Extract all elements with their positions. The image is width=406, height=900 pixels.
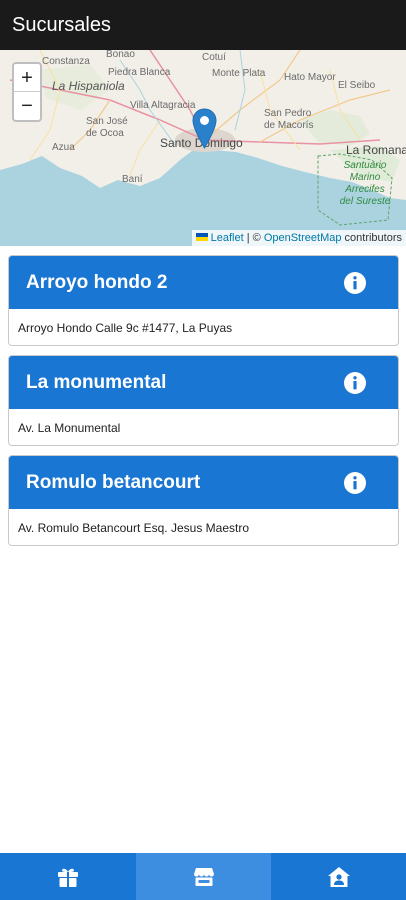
branch-address: Av. La Monumental bbox=[18, 421, 121, 435]
map-label: Baní bbox=[122, 174, 143, 185]
ukraine-flag-icon bbox=[195, 233, 208, 241]
map-label: Monte Plata bbox=[212, 68, 266, 79]
map-label: Hato Mayor bbox=[284, 72, 336, 83]
leaflet-link[interactable]: Leaflet bbox=[211, 232, 244, 244]
info-icon[interactable] bbox=[343, 371, 367, 395]
map-label: El Seibo bbox=[338, 80, 376, 91]
branch-list: Arroyo hondo 2 Arroyo Hondo Calle 9c #14… bbox=[8, 255, 399, 555]
branch-card-header: Arroyo hondo 2 bbox=[9, 256, 398, 309]
branch-card-header: Romulo betancourt bbox=[9, 456, 398, 509]
branch-card[interactable]: Romulo betancourt Av. Romulo Betancourt … bbox=[8, 455, 399, 546]
map-pin-icon[interactable] bbox=[192, 108, 217, 149]
info-icon[interactable] bbox=[343, 271, 367, 295]
store-icon bbox=[194, 868, 214, 886]
branch-address: Arroyo Hondo Calle 9c #1477, La Puyas bbox=[18, 321, 233, 335]
branch-name: Arroyo hondo 2 bbox=[26, 272, 168, 293]
branch-name: Romulo betancourt bbox=[26, 472, 201, 493]
map-label: Bonao bbox=[106, 50, 135, 60]
zoom-control: + − bbox=[12, 62, 42, 122]
map-label: La Hispaniola bbox=[52, 79, 125, 93]
map-label: Cotuí bbox=[202, 52, 226, 63]
map-label: Arrecifes bbox=[345, 184, 385, 195]
page-title: Sucursales bbox=[12, 14, 111, 36]
tab-gifts[interactable] bbox=[0, 853, 135, 900]
map-label: Piedra Blanca bbox=[108, 67, 171, 78]
home-user-icon bbox=[328, 867, 350, 887]
map-label: de Macorís bbox=[264, 120, 314, 131]
map-label: Constanza bbox=[42, 56, 90, 67]
branch-name: La monumental bbox=[26, 372, 167, 393]
zoom-in-button[interactable]: + bbox=[14, 64, 40, 92]
branch-card[interactable]: La monumental Av. La Monumental bbox=[8, 355, 399, 446]
branch-card-header: La monumental bbox=[9, 356, 398, 409]
branch-card[interactable]: Arroyo hondo 2 Arroyo Hondo Calle 9c #14… bbox=[8, 255, 399, 346]
map-label: Azua bbox=[52, 142, 75, 153]
tab-stores[interactable] bbox=[136, 853, 271, 900]
info-icon[interactable] bbox=[343, 471, 367, 495]
branch-address: Av. Romulo Betancourt Esq. Jesus Maestro bbox=[18, 521, 249, 535]
map-label: de Ocoa bbox=[86, 128, 124, 139]
tab-home[interactable] bbox=[271, 853, 406, 900]
app-bar: Sucursales bbox=[0, 0, 406, 50]
map-label: San José bbox=[86, 116, 128, 127]
osm-link[interactable]: OpenStreetMap bbox=[264, 232, 342, 244]
map-label: Marino bbox=[349, 172, 381, 183]
bottom-navigation bbox=[0, 853, 406, 900]
branches-map[interactable]: Bonao Constanza Piedra Blanca La Hispani… bbox=[0, 50, 406, 246]
map-label: del Sureste bbox=[339, 196, 391, 207]
map-label: La Romana bbox=[346, 143, 406, 157]
map-label: Villa Altagracia bbox=[130, 100, 196, 111]
gift-icon bbox=[58, 868, 78, 887]
map-label: San Pedro bbox=[264, 108, 312, 119]
zoom-out-button[interactable]: − bbox=[14, 92, 40, 120]
map-attribution: Leaflet | © OpenStreetMap contributors bbox=[191, 230, 406, 246]
map-label: Santuario bbox=[343, 160, 387, 171]
